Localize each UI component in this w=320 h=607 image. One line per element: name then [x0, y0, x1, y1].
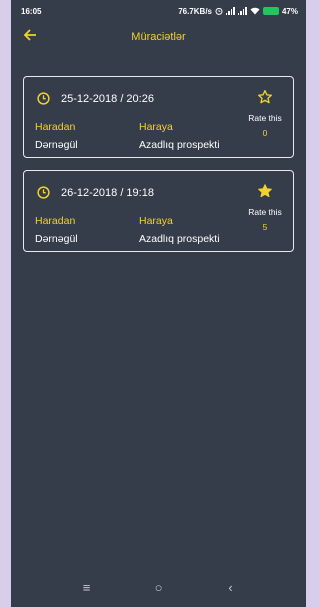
- from-value: Dərnəgül: [35, 139, 78, 151]
- to-value: Azadlıq prospekti: [139, 139, 220, 151]
- star-outline-icon[interactable]: [257, 89, 273, 105]
- signal-icon: [225, 7, 235, 15]
- status-bar: 16:05 76.7KB/s 47% 47%: [11, 0, 306, 22]
- signal-icon-2: [237, 7, 247, 15]
- back-nav-icon[interactable]: ‹: [221, 580, 241, 595]
- rate-label: Rate this: [248, 207, 282, 217]
- status-icons: 76.7KB/s 47% 47%: [178, 7, 298, 16]
- request-datetime: 25-12-2018 / 20:26: [61, 93, 154, 105]
- request-datetime: 26-12-2018 / 19:18: [61, 187, 154, 199]
- system-nav-bar: ≡ ○ ‹: [11, 567, 306, 607]
- rating-value: 0: [262, 128, 268, 138]
- request-card[interactable]: 25-12-2018 / 20:26 Haradan Haraya Dərnəg…: [23, 76, 294, 158]
- app-bar: Müraciətlər: [11, 22, 306, 52]
- from-label: Haradan: [35, 121, 76, 133]
- network-speed: 76.7KB/s: [178, 6, 212, 16]
- from-label: Haradan: [35, 215, 76, 227]
- clock-icon: [37, 186, 50, 199]
- alarm-icon: [215, 7, 223, 15]
- phone-screen: 16:05 76.7KB/s 47% 47%: [11, 0, 306, 607]
- battery-icon: 47%: [262, 7, 279, 15]
- arrow-left-icon[interactable]: [23, 28, 43, 46]
- status-time: 16:05: [21, 6, 42, 16]
- request-list: 25-12-2018 / 20:26 Haradan Haraya Dərnəg…: [11, 52, 306, 252]
- clock-icon: [37, 92, 50, 105]
- to-value: Azadlıq prospekti: [139, 233, 220, 245]
- from-value: Dərnəgül: [35, 233, 78, 245]
- to-label: Haraya: [139, 215, 173, 227]
- page-title: Müraciətlər: [131, 31, 186, 43]
- star-filled-icon[interactable]: [257, 183, 273, 199]
- wifi-icon: [250, 7, 260, 15]
- battery-percent: 47%: [281, 6, 298, 16]
- to-label: Haraya: [139, 121, 173, 133]
- rate-label: Rate this: [248, 113, 282, 123]
- menu-icon[interactable]: ≡: [77, 580, 97, 595]
- home-icon[interactable]: ○: [149, 580, 169, 595]
- rating-value: 5: [262, 222, 268, 232]
- request-card[interactable]: 26-12-2018 / 19:18 Haradan Haraya Dərnəg…: [23, 170, 294, 252]
